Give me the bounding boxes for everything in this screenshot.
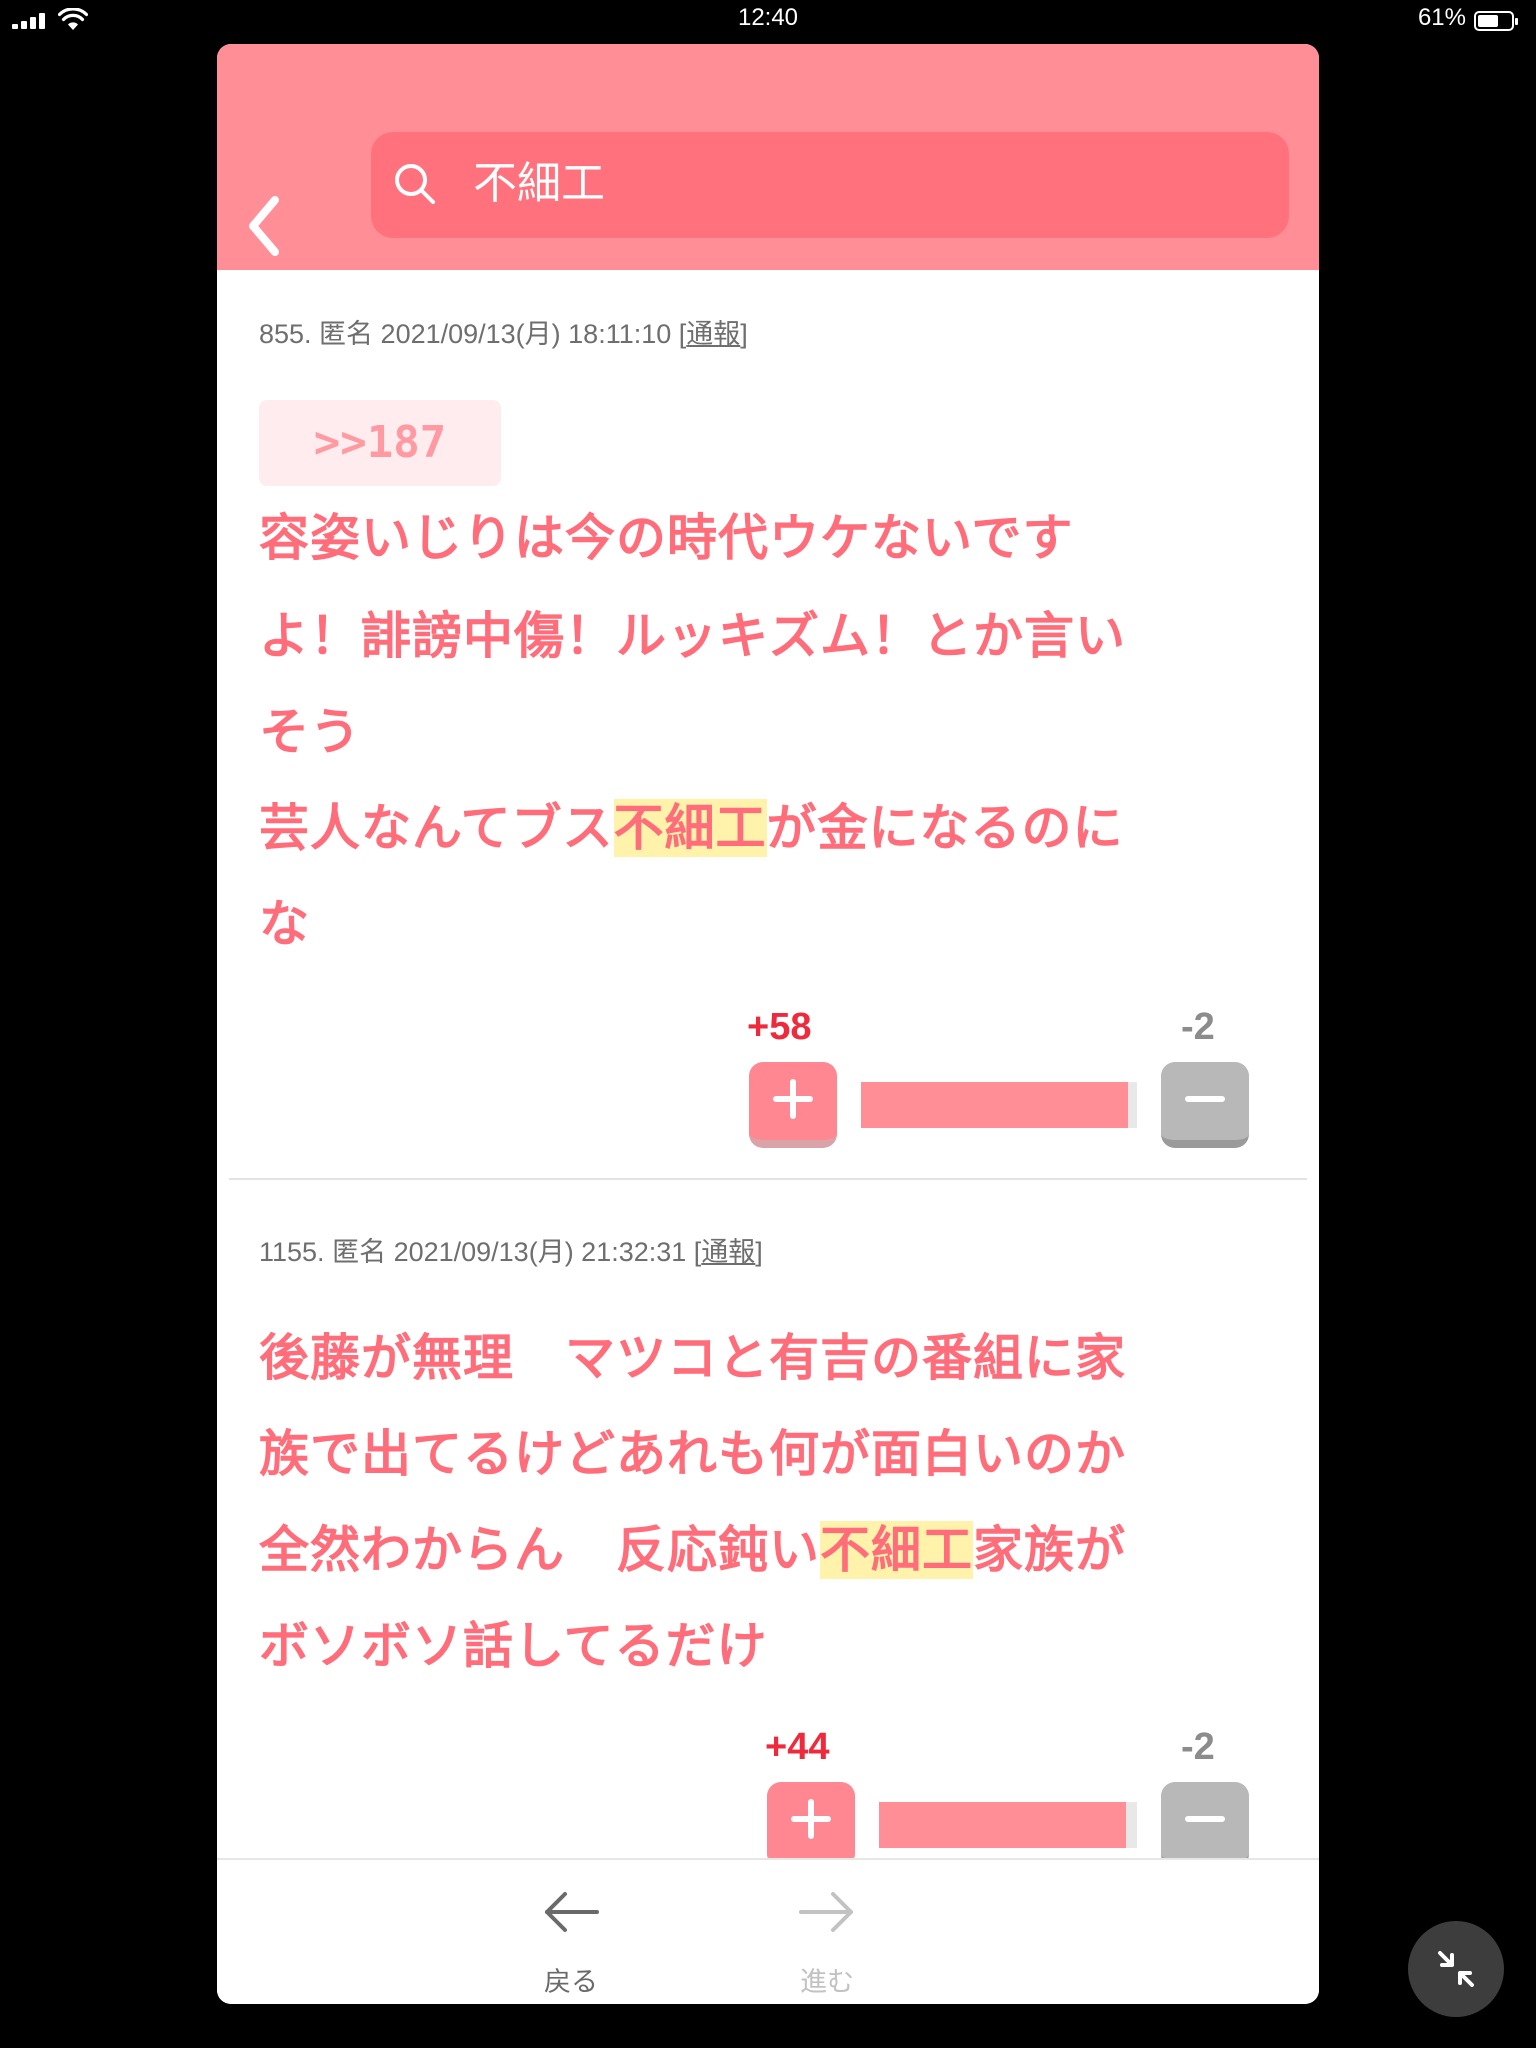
vote-ratio-fill [861, 1082, 1128, 1128]
comment-body-line: よ！誹謗中傷！ルッキズム！とか言い [259, 607, 1126, 665]
minus-score: -2 [1181, 1006, 1215, 1048]
plus-vote-button[interactable] [767, 1782, 855, 1868]
battery-percentage: 61% [1417, 4, 1466, 31]
back-button[interactable]: 戻る [511, 1860, 631, 2004]
collapse-arrows-icon [1438, 1951, 1474, 1987]
arrow-right-icon [799, 1892, 853, 1932]
back-chevron-icon[interactable] [237, 184, 297, 274]
comment-meta-suffix: ] [755, 1237, 763, 1267]
comment-body-line: そう [259, 703, 361, 761]
comment-body-line: 芸人なんてブス不細工が金になるのに [259, 796, 1124, 860]
vote-ratio-bar [879, 1802, 1137, 1848]
comment-meta: 1155. 匿名 2021/09/13(月) 21:32:31 [通報] [259, 1230, 763, 1269]
comment-meta-info: 1155. 匿名 2021/09/13(月) 21:32:31 [ [259, 1237, 702, 1267]
collapse-button[interactable] [1408, 1921, 1504, 2017]
search-box[interactable]: 不細工 [371, 132, 1289, 238]
back-label: 戻る [544, 1967, 598, 1998]
comment-meta-suffix: ] [740, 319, 748, 349]
status-bar: 12:40 61% [0, 0, 1536, 42]
comment-meta: 855. 匿名 2021/09/13(月) 18:11:10 [通報] [259, 312, 748, 351]
reply-anchor-link[interactable]: >>187 [259, 400, 501, 486]
plus-score: +44 [765, 1726, 830, 1768]
plus-score: +58 [747, 1006, 812, 1048]
comment-body-line: 後藤が無理 マツコと有吉の番組に家 [259, 1329, 1126, 1387]
forward-button[interactable]: 進む [767, 1860, 887, 2004]
bottom-toolbar: 戻る 進む [217, 1858, 1319, 2004]
vote-ratio-bar [861, 1082, 1137, 1128]
body-text-segment: が金になるのに [766, 799, 1124, 857]
report-link[interactable]: 通報 [686, 319, 740, 349]
battery-icon [1474, 11, 1518, 31]
comment-body-line: 族で出てるけどあれも何が面白いのか [259, 1425, 1126, 1483]
comment-body-line: 容姿いじりは今の時代ウケないです [259, 509, 1074, 567]
minus-vote-button[interactable] [1161, 1782, 1249, 1868]
reply-anchor-text: >>187 [313, 417, 447, 468]
forward-label: 進む [800, 1967, 854, 1998]
search-highlight: 不細工 [820, 1521, 973, 1579]
body-text-segment: 全然わからん 反応鈍い [259, 1521, 820, 1579]
battery-level [1478, 15, 1498, 27]
minus-score: -2 [1181, 1726, 1215, 1768]
comment-body-line: 全然わからん 反応鈍い不細工家族が [259, 1518, 1126, 1582]
comment-body-line: ボソボソ話してるだけ [259, 1617, 768, 1675]
comment-body-line: な [259, 895, 310, 953]
report-link[interactable]: 通報 [701, 1237, 755, 1267]
comment-meta-info: 855. 匿名 2021/09/13(月) 18:11:10 [ [259, 319, 687, 349]
search-query-text[interactable]: 不細工 [473, 156, 605, 212]
minus-vote-button[interactable] [1161, 1062, 1249, 1148]
search-highlight: 不細工 [613, 799, 767, 857]
body-text-segment: 芸人なんてブス [259, 799, 614, 857]
header-bar: 不細工 [217, 44, 1319, 270]
body-text-segment: 家族が [973, 1521, 1126, 1579]
vote-ratio-fill [879, 1802, 1126, 1848]
arrow-left-icon [545, 1892, 599, 1932]
plus-vote-button[interactable] [749, 1062, 837, 1148]
comment-divider [229, 1178, 1307, 1180]
app-window: 不細工 855. 匿名 2021/09/13(月) 18:11:10 [通報] … [217, 44, 1319, 2004]
status-time: 12:40 [737, 4, 799, 31]
search-icon [395, 164, 435, 204]
